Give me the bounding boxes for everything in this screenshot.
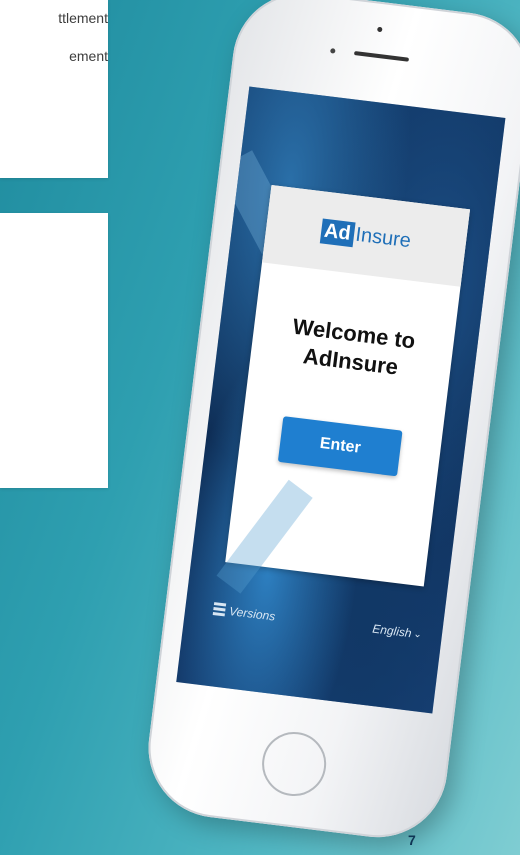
sensor-icon — [330, 48, 336, 54]
welcome-card: Ad Insure Welcome to AdInsure Enter — [225, 184, 471, 587]
logo-text: Insure — [354, 223, 413, 252]
phone-body: Ad Insure Welcome to AdInsure Enter Vers… — [140, 0, 520, 846]
front-camera-icon — [376, 26, 383, 33]
versions-label: Versions — [228, 604, 277, 624]
enter-button[interactable]: Enter — [277, 416, 403, 477]
logo-box: Ad — [319, 217, 356, 247]
language-selector[interactable]: English ⌄ — [372, 622, 423, 642]
stack-icon — [212, 602, 227, 617]
screen-footer: Versions English ⌄ — [212, 602, 423, 642]
language-label: English — [371, 621, 413, 641]
speaker-grille — [353, 51, 410, 62]
card-header: Ad Insure — [262, 184, 471, 287]
adinsure-logo: Ad Insure — [319, 217, 413, 254]
phone-screen: Ad Insure Welcome to AdInsure Enter Vers… — [176, 86, 506, 714]
home-button[interactable] — [258, 728, 330, 800]
page-number: 7 — [408, 832, 416, 848]
versions-link[interactable]: Versions — [212, 602, 277, 624]
chevron-down-icon: ⌄ — [412, 628, 423, 641]
phone-mockup: Ad Insure Welcome to AdInsure Enter Vers… — [0, 0, 520, 855]
welcome-heading: Welcome to AdInsure — [291, 313, 417, 380]
